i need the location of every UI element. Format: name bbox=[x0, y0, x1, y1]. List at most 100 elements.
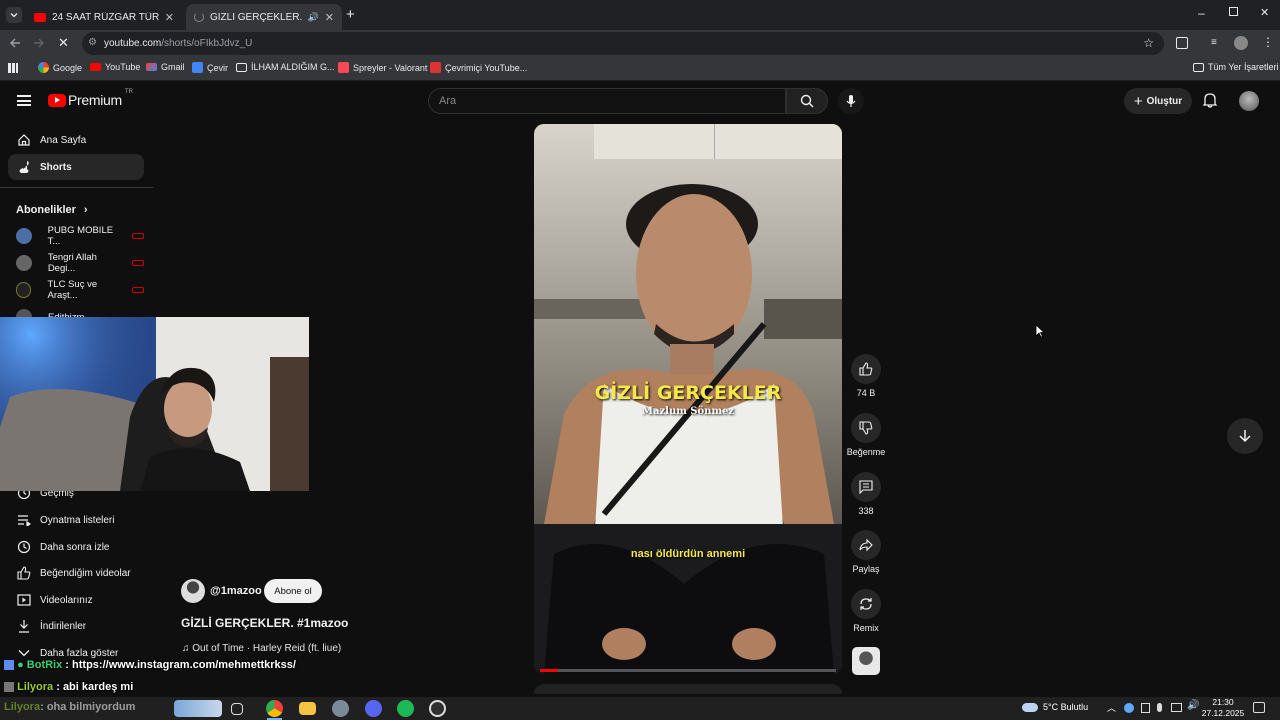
tab-title: 24 SAAT RÜZGAR TÜRBİNİNDE bbox=[52, 11, 159, 23]
apps-grid-icon[interactable] bbox=[8, 63, 18, 73]
sidebar-item-label: Oynatma listeleri bbox=[40, 514, 115, 526]
share-button[interactable]: Paylaş bbox=[846, 530, 886, 574]
bookmark-google[interactable]: Google bbox=[38, 62, 82, 73]
bookmark-gmail[interactable]: Gmail bbox=[146, 62, 185, 72]
chevron-right-icon: › bbox=[83, 204, 88, 216]
back-button[interactable] bbox=[8, 36, 22, 50]
subscription-item[interactable]: PUBG MOBILE T... bbox=[8, 223, 144, 249]
task-view-icon[interactable] bbox=[231, 703, 243, 715]
browser-tab-2[interactable]: GİZLİ GERÇEKLER. #1mazoo 🔊 ✕ bbox=[186, 4, 342, 30]
app-icon[interactable] bbox=[332, 700, 349, 717]
minimize-button[interactable]: – bbox=[1198, 6, 1205, 20]
restore-button[interactable] bbox=[1229, 7, 1238, 16]
network-icon[interactable] bbox=[1171, 703, 1182, 712]
tray-chevron-up-icon[interactable]: ︿ bbox=[1107, 701, 1116, 714]
weather-widget[interactable]: 5°C Bulutlu bbox=[1022, 702, 1088, 712]
thumbs-down-icon bbox=[859, 421, 873, 435]
bookmark-star-icon[interactable]: ☆ bbox=[1143, 36, 1154, 50]
close-window-button[interactable]: ✕ bbox=[1260, 6, 1269, 19]
subscriptions-header[interactable]: Abonelikler › bbox=[16, 204, 88, 216]
bookmark-online-youtube[interactable]: Çevrimiçi YouTube... bbox=[430, 62, 527, 73]
file-explorer-icon[interactable] bbox=[299, 702, 316, 715]
chat-badge-icon bbox=[4, 660, 14, 671]
tray-app-icon[interactable] bbox=[1124, 703, 1134, 713]
channel-avatar bbox=[16, 228, 32, 244]
subscription-item[interactable]: TLC Suç ve Araşt... bbox=[8, 277, 144, 303]
sidebar-item-label: Daha fazla göster bbox=[40, 647, 119, 659]
address-bar[interactable]: ⚙ youtube.com/shorts/oFIkbJdvz_U ☆ bbox=[82, 32, 1164, 55]
voice-search-button[interactable] bbox=[838, 88, 864, 114]
sidebar-item-home[interactable]: Ana Sayfa bbox=[8, 127, 144, 153]
chat-text: https://www.instagram.com/mehmettkrkss/ bbox=[72, 659, 296, 671]
mouse-cursor-icon bbox=[1035, 324, 1044, 338]
music-link[interactable]: ♫ Out of Time · Harley Reid (ft. liue) bbox=[182, 643, 341, 654]
sidebar-item-your-videos[interactable]: Videolarınız bbox=[8, 587, 144, 613]
sidebar-item-shorts[interactable]: Shorts bbox=[8, 154, 144, 180]
clock[interactable]: 21:30 27.12.2025 bbox=[1200, 697, 1246, 719]
bookmark-valorant[interactable]: Spreyler - Valorant bbox=[338, 62, 427, 73]
short-caption: nası öldürdün annemi bbox=[630, 548, 746, 560]
share-label: Paylaş bbox=[852, 564, 880, 574]
notifications-bell-icon[interactable] bbox=[1203, 92, 1217, 108]
microphone-icon bbox=[846, 95, 856, 107]
youtube-premium-logo[interactable]: Premium TR bbox=[48, 89, 133, 108]
translate-icon bbox=[192, 62, 203, 73]
streamer-webcam-overlay bbox=[0, 317, 309, 491]
browser-tab-1[interactable]: 24 SAAT RÜZGAR TÜRBİNİNDE ✕ bbox=[26, 4, 182, 30]
bookmark-youtube[interactable]: YouTube bbox=[90, 62, 140, 72]
sidebar-item-watch-later[interactable]: Daha sonra izle bbox=[8, 534, 144, 560]
shorts-video-player[interactable]: GİZLİ GERÇEKLER Mazlum Sönmez nası öldür… bbox=[534, 124, 842, 674]
browser-menu-icon[interactable]: ⋮ bbox=[1262, 35, 1274, 49]
new-tab-button[interactable]: + bbox=[346, 6, 355, 23]
dislike-button[interactable]: Beğenme bbox=[846, 413, 886, 457]
search-widget-icon[interactable] bbox=[174, 700, 222, 717]
gmail-icon bbox=[146, 63, 157, 71]
close-tab-icon[interactable]: ✕ bbox=[165, 11, 174, 24]
close-tab-icon[interactable]: ✕ bbox=[325, 11, 334, 24]
clock-icon bbox=[17, 540, 31, 554]
extensions-icon[interactable] bbox=[1176, 37, 1188, 49]
comments-button[interactable]: 338 bbox=[846, 472, 886, 516]
bookmark-folder-ilham[interactable]: İLHAM ALDIĞIM G... bbox=[236, 62, 335, 72]
notification-center-icon[interactable] bbox=[1253, 702, 1265, 713]
next-short-button[interactable] bbox=[1227, 418, 1263, 454]
site-info-icon[interactable]: ⚙ bbox=[88, 37, 97, 48]
bookmarks-bar: Google YouTube Gmail Çevir İLHAM ALDIĞIM… bbox=[0, 57, 1280, 81]
tray-microphone-icon[interactable] bbox=[1157, 703, 1162, 712]
search-button[interactable] bbox=[786, 88, 828, 114]
channel-handle[interactable]: @1mazoo bbox=[210, 585, 262, 597]
live-indicator-icon bbox=[132, 233, 144, 239]
channel-avatar[interactable] bbox=[181, 579, 205, 603]
spotify-icon[interactable] bbox=[397, 700, 414, 717]
all-bookmarks[interactable]: Tüm Yer İşaretleri bbox=[1193, 62, 1279, 72]
user-avatar[interactable] bbox=[1239, 91, 1259, 111]
obs-icon[interactable] bbox=[429, 700, 446, 717]
audio-playing-icon[interactable]: 🔊 bbox=[308, 12, 319, 23]
tab-search-button[interactable] bbox=[6, 7, 22, 23]
youtube-play-logo-icon bbox=[48, 93, 66, 107]
search-input[interactable]: Ara bbox=[428, 88, 786, 114]
google-icon bbox=[38, 62, 49, 73]
discord-icon[interactable] bbox=[365, 700, 382, 717]
sidebar-item-playlists[interactable]: Oynatma listeleri bbox=[8, 507, 144, 533]
subscription-item[interactable]: Tengri Allah Degi... bbox=[8, 250, 144, 276]
tray-app-icon[interactable] bbox=[1141, 703, 1150, 713]
sound-thumbnail[interactable] bbox=[852, 647, 880, 675]
sidebar-item-downloads[interactable]: İndirilenler bbox=[8, 613, 144, 639]
stop-loading-button[interactable]: ✕ bbox=[58, 35, 69, 51]
profile-avatar[interactable] bbox=[1234, 36, 1248, 50]
like-button[interactable]: 74 B bbox=[846, 354, 886, 398]
remix-button[interactable]: Remix bbox=[846, 589, 886, 633]
chat-username: Lilyora bbox=[17, 681, 54, 693]
chrome-taskbar-icon[interactable] bbox=[266, 700, 283, 717]
sidebar-item-liked-videos[interactable]: Beğendiğim videolar bbox=[8, 560, 144, 586]
chat-text: abi kardeş mi bbox=[62, 681, 134, 693]
subscribe-button[interactable]: Abone ol bbox=[264, 579, 322, 603]
hamburger-menu-icon[interactable] bbox=[17, 95, 31, 106]
bookmark-translate[interactable]: Çevir bbox=[192, 62, 228, 73]
forward-button[interactable] bbox=[32, 36, 46, 50]
volume-icon[interactable]: 🔊 bbox=[1187, 700, 1199, 711]
create-button[interactable]: + Oluştur bbox=[1124, 88, 1192, 114]
media-control-icon[interactable]: ≡ bbox=[1211, 37, 1217, 48]
tab-title: GİZLİ GERÇEKLER. #1mazoo bbox=[210, 11, 305, 23]
